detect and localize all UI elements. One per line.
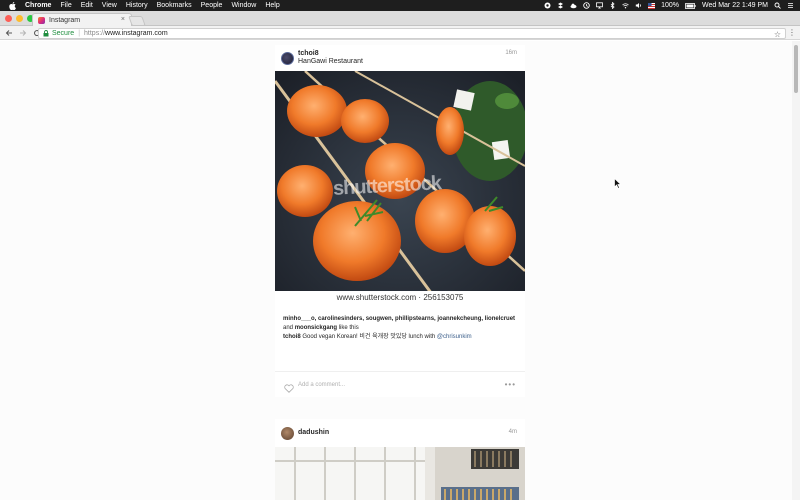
feed-post: tchoi8 HanGawi Restaurant 16m shuttersto… <box>275 45 525 397</box>
avatar[interactable] <box>281 51 294 65</box>
address-bar[interactable]: Secure | https:// www.instagram.com ☆ <box>38 28 786 39</box>
status-tray: 100% Wed Mar 22 1:49 PM <box>544 0 794 11</box>
post-username[interactable]: dadushin <box>298 429 329 437</box>
more-options-icon[interactable]: ••• <box>505 380 516 389</box>
browser-toolbar: Secure | https:// www.instagram.com ☆ ⋮ <box>0 26 800 40</box>
likes-and: and <box>283 325 294 331</box>
photo-stock-caption: www.shutterstock.com · 256153075 <box>275 291 525 305</box>
menu-view[interactable]: View <box>102 0 117 11</box>
post-header: dadushin 4m <box>275 419 525 447</box>
post-location[interactable]: HanGawi Restaurant <box>298 58 363 66</box>
room-interior-image <box>275 447 525 500</box>
window-controls <box>5 15 34 22</box>
timemachine-icon[interactable] <box>583 2 590 9</box>
dropbox-icon[interactable] <box>557 2 564 9</box>
caption-text: Good vegan Korean! 비건 육개장 맛있당 lunch with <box>302 334 436 340</box>
airplay-icon[interactable] <box>596 2 603 9</box>
menu-edit[interactable]: Edit <box>81 0 93 11</box>
tab-instagram[interactable]: Instagram × <box>32 13 132 27</box>
url-host: www.instagram.com <box>105 30 168 37</box>
page-viewport: tchoi8 HanGawi Restaurant 16m shuttersto… <box>0 41 800 500</box>
notification-center-icon[interactable] <box>787 2 794 9</box>
forward-arrow-icon[interactable] <box>18 28 28 38</box>
post-caption: tchoi8 Good vegan Korean! 비건 육개장 맛있당 lun… <box>283 333 517 342</box>
avatar[interactable] <box>281 426 294 440</box>
close-window-button[interactable] <box>5 15 12 22</box>
back-arrow-icon[interactable] <box>4 28 14 38</box>
post-photo[interactable] <box>275 447 525 500</box>
minimize-window-button[interactable] <box>16 15 23 22</box>
mouse-cursor-icon <box>614 178 622 189</box>
likers-list[interactable]: minho___o, carolinesinders, sougwen, phi… <box>283 316 515 322</box>
menu-people[interactable]: People <box>201 0 223 11</box>
bluetooth-icon[interactable] <box>609 2 616 9</box>
battery-percent: 100% <box>661 2 679 9</box>
secure-label: Secure <box>52 30 75 37</box>
post-timestamp[interactable]: 16m <box>505 50 517 56</box>
likes-line: minho___o, carolinesinders, sougwen, phi… <box>283 315 517 333</box>
us-flag-icon[interactable] <box>648 2 656 9</box>
likes-suffix: like this <box>338 325 359 331</box>
comment-row: Add a comment... ••• <box>275 371 525 397</box>
feed-post: dadushin 4m <box>275 419 525 500</box>
post-timestamp[interactable]: 4m <box>509 429 517 435</box>
lock-icon[interactable] <box>43 30 49 37</box>
bookmark-star-icon[interactable]: ☆ <box>774 30 781 39</box>
wifi-icon[interactable] <box>622 2 629 9</box>
post-header: tchoi8 HanGawi Restaurant 16m <box>275 45 525 71</box>
post-photo[interactable]: shutterstock www.shutterstock.com · 2561… <box>275 71 525 305</box>
add-comment-input[interactable]: Add a comment... <box>298 382 505 388</box>
menu-chrome[interactable]: Chrome <box>25 0 51 11</box>
url-scheme: https:// <box>84 30 106 37</box>
scrollbar[interactable] <box>792 41 800 500</box>
post-body: minho___o, carolinesinders, sougwen, phi… <box>275 305 525 342</box>
menu-bookmarks[interactable]: Bookmarks <box>157 0 192 11</box>
liker-last[interactable]: moonsickgang <box>295 325 337 331</box>
record-icon[interactable] <box>544 2 551 9</box>
new-tab-button[interactable] <box>128 16 146 26</box>
apple-icon[interactable] <box>9 1 19 10</box>
tab-title: Instagram <box>49 17 81 24</box>
spotlight-search-icon[interactable] <box>774 2 781 9</box>
post-username[interactable]: tchoi8 <box>298 50 363 58</box>
cloud-icon[interactable] <box>570 2 577 9</box>
separator: | <box>78 30 81 37</box>
caption-mention[interactable]: @chrisunkim <box>437 334 472 340</box>
tab-close-icon[interactable]: × <box>121 16 125 23</box>
scrollbar-thumb[interactable] <box>794 45 798 93</box>
menu-history[interactable]: History <box>126 0 148 11</box>
caption-username[interactable]: tchoi8 <box>283 334 301 340</box>
menu-file[interactable]: File <box>60 0 71 11</box>
instagram-favicon-icon <box>38 17 45 24</box>
macos-menu-bar: Chrome File Edit View History Bookmarks … <box>0 0 800 11</box>
menu-window[interactable]: Window <box>231 0 256 11</box>
chrome-menu-icon[interactable]: ⋮ <box>788 28 796 37</box>
battery-icon[interactable] <box>685 2 696 9</box>
tab-strip: Instagram × <box>0 11 800 27</box>
heart-icon[interactable] <box>284 380 294 393</box>
clock[interactable]: Wed Mar 22 1:49 PM <box>702 2 768 9</box>
volume-icon[interactable] <box>635 2 642 9</box>
menu-help[interactable]: Help <box>265 0 279 11</box>
